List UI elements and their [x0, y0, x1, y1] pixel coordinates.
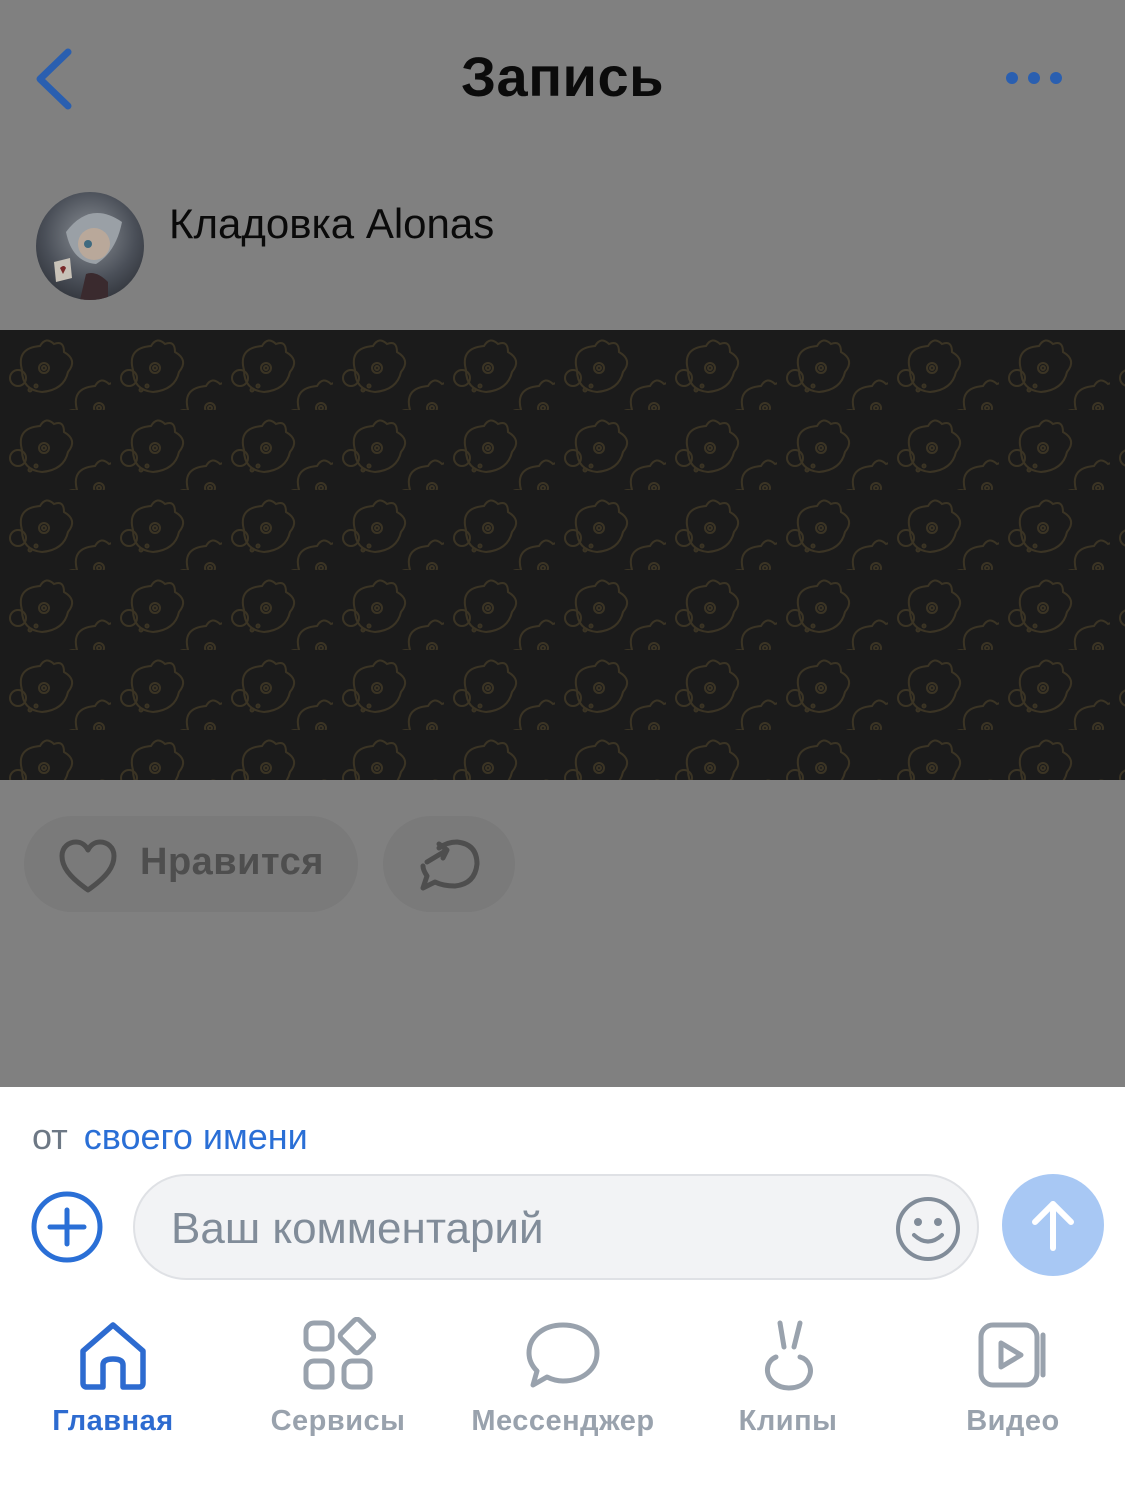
add-attachment-button[interactable] [30, 1190, 104, 1264]
like-button[interactable]: Нравится [24, 816, 358, 912]
patterned-banner [0, 330, 1125, 780]
comment-input[interactable] [169, 1198, 873, 1260]
comment-field [133, 1174, 979, 1280]
post-header: Кладовка Alonas [0, 180, 1125, 310]
post-banner-image [0, 330, 1125, 780]
avatar-image [36, 192, 144, 300]
arrow-up-icon [1032, 1201, 1074, 1251]
emoji-button[interactable] [895, 1196, 961, 1262]
smile-icon [896, 1197, 960, 1261]
tab-label: Главная [52, 1405, 174, 1437]
plus-circle-icon [31, 1191, 103, 1263]
home-icon [80, 1322, 146, 1390]
avatar[interactable] [36, 192, 144, 300]
services-icon [303, 1317, 376, 1390]
tab-messenger[interactable]: Мессенджер [463, 1305, 663, 1455]
dimmed-post-area: Запись Кладовка Alonas Нравится [0, 0, 1125, 1087]
tab-clips[interactable]: Клипы [688, 1305, 888, 1455]
like-label: Нравится [140, 841, 324, 883]
author-selector-link[interactable]: своего имени [84, 1116, 308, 1157]
tab-label: Мессенджер [471, 1405, 655, 1437]
comment-author-selector: от своего имени [32, 1116, 308, 1158]
post-actions: Нравится [0, 815, 1125, 915]
author-name[interactable]: Кладовка Alonas [169, 200, 494, 248]
share-button[interactable] [383, 816, 515, 912]
share-icon [420, 839, 480, 891]
clips-icon [765, 1320, 813, 1391]
send-button[interactable] [1002, 1174, 1104, 1276]
tab-video[interactable]: Видео [913, 1305, 1113, 1455]
more-button[interactable] [998, 60, 1070, 96]
tab-label: Видео [966, 1405, 1060, 1437]
heart-icon [59, 839, 117, 893]
more-horizontal-icon [1006, 72, 1062, 84]
tab-home[interactable]: Главная [13, 1305, 213, 1455]
navigation-bar: Запись [0, 0, 1125, 160]
tab-label: Клипы [738, 1405, 838, 1437]
video-icon [978, 1322, 1046, 1388]
tab-label: Сервисы [270, 1405, 406, 1437]
page-title: Запись [460, 45, 665, 108]
tab-services[interactable]: Сервисы [238, 1305, 438, 1455]
message-icon [526, 1322, 600, 1388]
from-prefix: от [32, 1116, 68, 1157]
tab-bar: Главная Сервисы Мессенджер Клипы Видео [0, 1305, 1125, 1492]
